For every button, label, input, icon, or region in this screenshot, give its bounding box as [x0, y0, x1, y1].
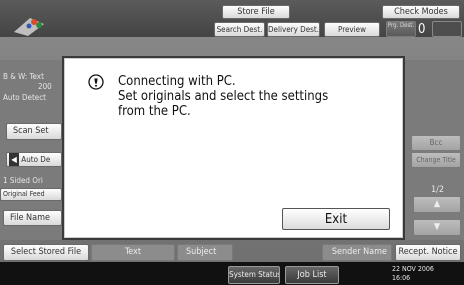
- dialog-message: Connecting with PC. Set originals and se…: [118, 74, 328, 119]
- exit-button[interactable]: Exit: [282, 208, 390, 230]
- up-arrow-icon: ▲: [433, 199, 441, 209]
- original-feed-button[interactable]: Original Feed: [0, 188, 62, 201]
- date-label: 22 NOV 2006: [392, 265, 434, 273]
- delivery-dest-button[interactable]: Delivery Dest.: [267, 22, 320, 37]
- dest-slot-button[interactable]: [432, 21, 462, 37]
- info-icon: [88, 74, 104, 90]
- sided-label: 1 Sided Ori: [3, 176, 43, 185]
- subject-button[interactable]: Subject: [177, 244, 233, 261]
- scan-settings-button[interactable]: Scan Set: [6, 123, 62, 140]
- dest-counter: 0: [418, 22, 426, 37]
- prg-dest-label: Prg. Dest.: [387, 22, 415, 29]
- time-label: 16:06: [392, 274, 411, 282]
- scroll-up-button[interactable]: ▲: [413, 196, 461, 213]
- dialog-line-1: Connecting with PC.: [118, 74, 236, 89]
- status-bar: System Status Job List 22 NOV 2006 16:06: [0, 262, 464, 285]
- scanner-logo-icon: [14, 18, 44, 36]
- check-modes-button[interactable]: Check Modes: [382, 5, 460, 19]
- auto-density-button[interactable]: ◀ Auto De: [6, 152, 62, 167]
- select-stored-file-button[interactable]: Select Stored File: [3, 244, 89, 261]
- scroll-down-button[interactable]: ▼: [413, 219, 461, 236]
- screen: Store File Check Modes Search Dest. Deli…: [0, 0, 464, 285]
- preview-button[interactable]: Preview: [324, 22, 380, 37]
- down-arrow-icon: ▼: [433, 222, 441, 232]
- page-indicator: 1/2: [431, 185, 445, 195]
- dialog-line-3: from the PC.: [118, 104, 191, 119]
- bcc-button[interactable]: Bcc: [411, 135, 461, 151]
- options-row: Select Stored File Text Subject Sender N…: [0, 244, 464, 262]
- prg-dest-button[interactable]: Prg. Dest.: [386, 21, 416, 37]
- left-panel: B & W: Text 200 Auto Detect Scan Set ◀ A…: [0, 60, 62, 240]
- recept-notice-button[interactable]: Recept. Notice: [395, 244, 461, 261]
- change-title-button[interactable]: Change Title: [411, 152, 461, 168]
- file-name-button[interactable]: File Name: [3, 210, 62, 226]
- connecting-dialog: Connecting with PC. Set originals and se…: [62, 56, 405, 240]
- color-mode-label: B & W: Text: [3, 72, 44, 81]
- sender-name-button[interactable]: Sender Name: [322, 244, 392, 261]
- auto-density-label: Auto De: [21, 155, 51, 164]
- job-list-button[interactable]: Job List: [285, 266, 339, 284]
- system-status-button[interactable]: System Status: [228, 266, 280, 284]
- store-file-button[interactable]: Store File: [222, 5, 290, 19]
- dialog-line-2: Set originals and select the settings: [118, 89, 329, 104]
- right-panel: Bcc Change Title 1/2 ▲ ▼: [405, 60, 464, 240]
- top-bar: Store File Check Modes Search Dest. Deli…: [0, 0, 464, 37]
- text-button[interactable]: Text: [91, 244, 175, 261]
- resolution-label: 200: [38, 82, 52, 91]
- search-dest-button[interactable]: Search Dest.: [214, 22, 265, 37]
- left-arrow-icon: ◀: [9, 153, 19, 166]
- auto-detect-label: Auto Detect: [3, 93, 46, 102]
